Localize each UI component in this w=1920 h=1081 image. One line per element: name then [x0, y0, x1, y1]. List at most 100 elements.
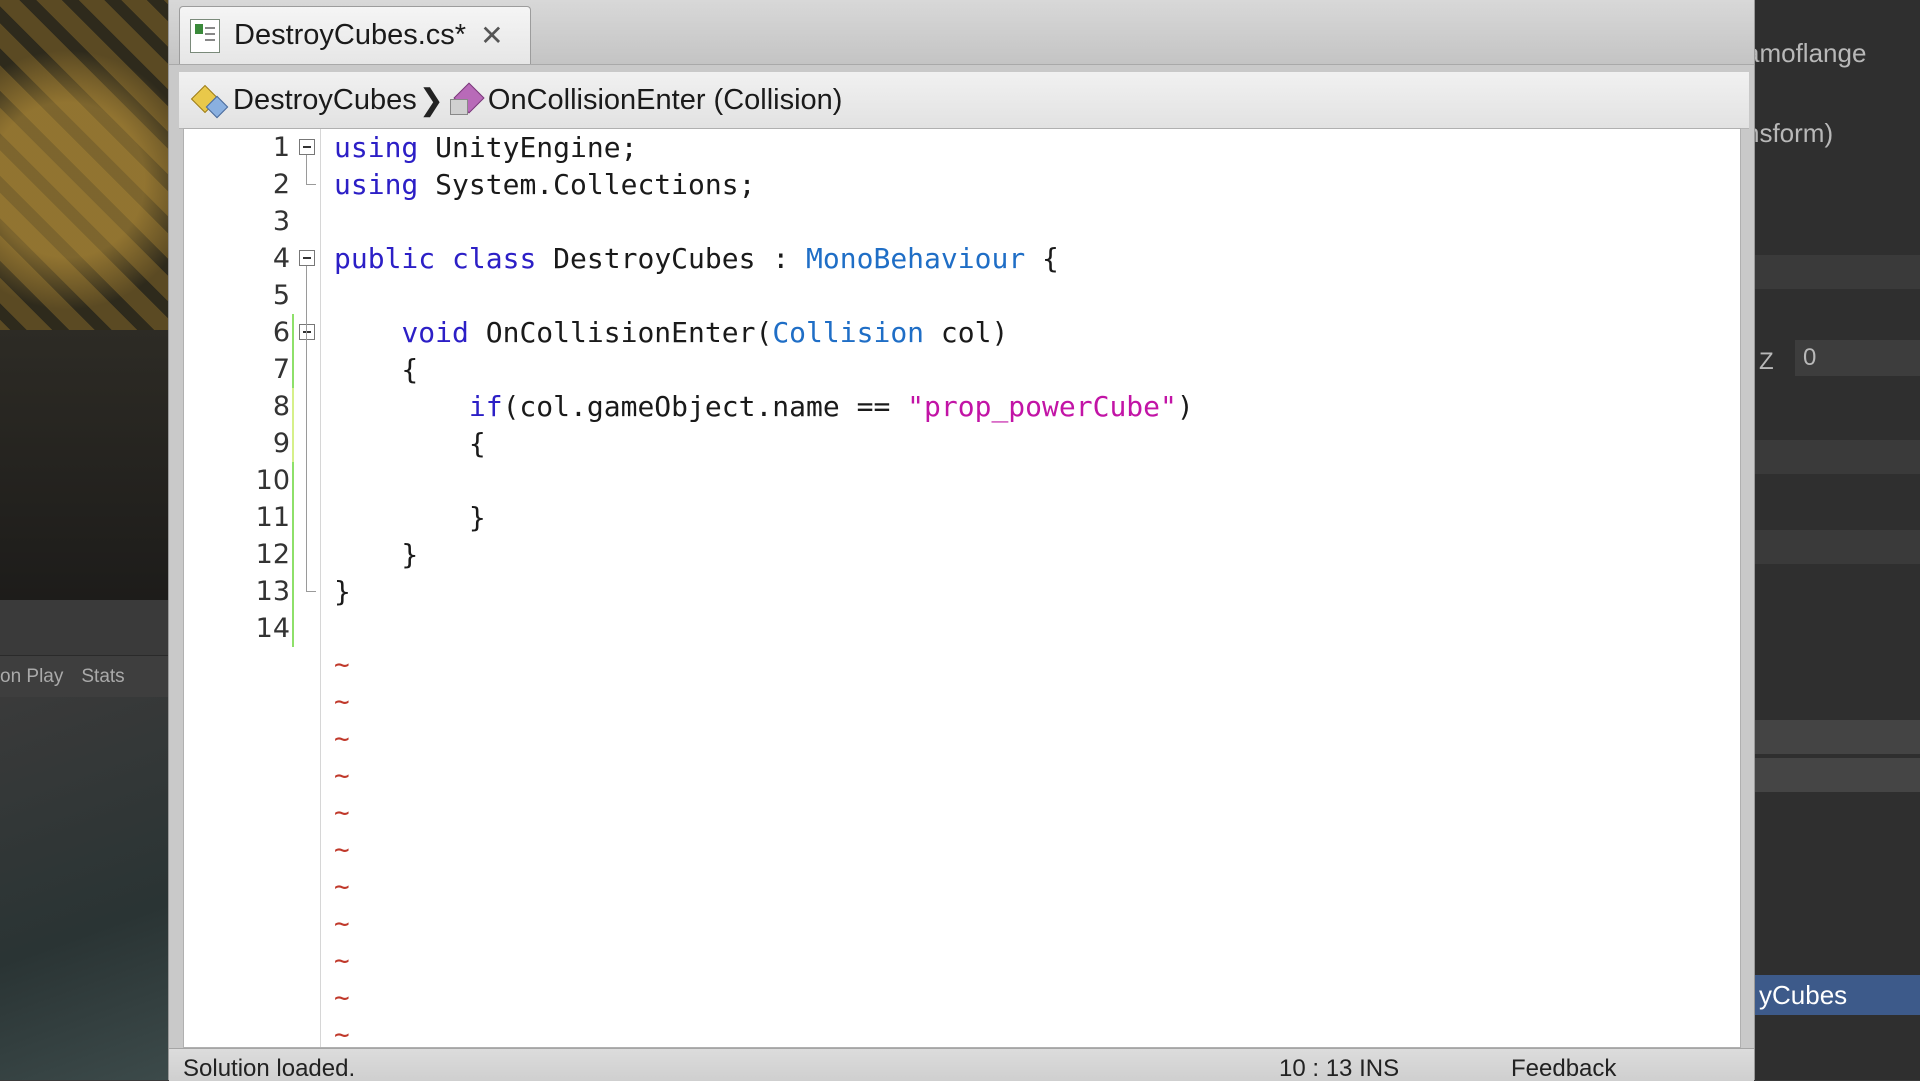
code-token: OnCollisionEnter( — [468, 316, 773, 349]
code-line[interactable]: void OnCollisionEnter(Collision col) — [334, 314, 1008, 351]
code-line[interactable]: using UnityEngine; — [334, 129, 637, 166]
code-token: { — [1025, 242, 1059, 275]
code-token: UnityEngine; — [418, 131, 638, 164]
code-token: } — [334, 501, 486, 534]
code-line[interactable]: } — [334, 573, 351, 610]
empty-line-marker: ~ — [334, 687, 350, 717]
line-number: 13 — [255, 576, 290, 607]
inspector-row — [1745, 255, 1920, 289]
line-number: 8 — [272, 391, 290, 422]
feedback-button[interactable]: Feedback — [1511, 1055, 1616, 1081]
breadcrumb-separator: ❯ — [418, 83, 444, 117]
code-token: void — [401, 316, 469, 349]
code-text-area[interactable]: 1 2 3 4 5 6 7 8 9 10 11 12 13 14 using UnityEngine; us… — [183, 128, 1741, 1050]
code-line[interactable]: if(col.gameObject.name == "prop_powerCub… — [334, 388, 1194, 425]
scene-view — [0, 0, 168, 600]
class-icon — [193, 83, 227, 117]
margin-column — [184, 129, 227, 1047]
line-number: 10 — [255, 465, 290, 496]
status-bar: Solution loaded. 10 : 13 INS Feedback — [169, 1048, 1754, 1081]
code-token: System.Collections; — [418, 168, 756, 201]
cursor-position: 10 : 13 INS — [1279, 1055, 1400, 1081]
empty-line-marker: ~ — [334, 872, 350, 902]
code-line[interactable]: using System.Collections; — [334, 166, 755, 203]
code-token: { — [334, 427, 486, 460]
line-number: 3 — [272, 206, 290, 237]
code-token: (col.gameObject.name == — [502, 390, 908, 423]
inspector-row — [1745, 440, 1920, 474]
code-token: "prop_powerCube" — [907, 390, 1177, 423]
scene-shadow — [0, 330, 168, 600]
empty-line-marker: ~ — [334, 761, 350, 791]
line-number: 11 — [255, 502, 290, 533]
line-number-gutter: 1 2 3 4 5 6 7 8 9 10 11 12 13 14 — [226, 129, 301, 1047]
maximize-on-play-tab[interactable]: on Play — [0, 666, 63, 688]
code-token: using — [334, 131, 419, 164]
line-number: 14 — [255, 613, 290, 644]
code-token: Collision — [772, 316, 925, 349]
breadcrumb-method[interactable]: OnCollisionEnter (Collision) — [488, 84, 843, 117]
fold-guide-end — [306, 184, 316, 185]
inspector-selected-item[interactable]: yCubes — [1745, 975, 1920, 1015]
line-number: 2 — [272, 169, 290, 200]
fold-guide — [306, 266, 307, 591]
line-number: 6 — [272, 317, 290, 348]
code-token: if — [468, 390, 503, 423]
code-editor-window: DestroyCubes.cs* ✕ DestroyCubes ❯ OnColl… — [168, 0, 1755, 1081]
code-line[interactable]: } — [334, 536, 418, 573]
inspector-z-field[interactable]: 0 — [1795, 340, 1920, 376]
close-tab-icon[interactable]: ✕ — [480, 19, 503, 52]
inspector-row — [1745, 530, 1920, 564]
code-token: ) — [1176, 390, 1194, 423]
tab-title: DestroyCubes.cs* — [234, 19, 467, 51]
breadcrumb-class[interactable]: DestroyCubes — [233, 84, 417, 117]
stats-tab[interactable]: Stats — [81, 666, 124, 688]
empty-line-marker: ~ — [334, 724, 350, 754]
code-token: } — [334, 575, 351, 608]
document-tabbar: DestroyCubes.cs* ✕ — [169, 0, 1754, 65]
line-number: 4 — [272, 243, 290, 274]
code-token: col) — [924, 316, 1009, 349]
empty-line-marker: ~ — [334, 946, 350, 976]
csharp-file-icon — [190, 18, 220, 53]
code-token: { — [334, 353, 419, 386]
code-line[interactable]: { — [334, 425, 486, 462]
empty-line-marker: ~ — [334, 798, 350, 828]
code-token: } — [334, 538, 419, 571]
inspector-row — [1745, 758, 1920, 792]
inspector-panel: amoflange nsform) Z 0 yCubes — [1745, 0, 1920, 1080]
inspector-transform-label: nsform) — [1745, 118, 1834, 148]
code-token: DestroyCubes : — [536, 242, 807, 275]
inspector-row — [1745, 720, 1920, 754]
document-tab[interactable]: DestroyCubes.cs* ✕ — [179, 6, 531, 64]
code-line[interactable]: public class DestroyCubes : MonoBehaviou… — [334, 240, 1059, 277]
method-icon — [448, 83, 482, 117]
code-line[interactable]: } — [334, 499, 486, 536]
line-number: 7 — [272, 354, 290, 385]
empty-line-marker: ~ — [334, 983, 350, 1013]
line-number: 1 — [272, 132, 290, 163]
code-line[interactable]: { — [334, 351, 418, 388]
status-message: Solution loaded. — [183, 1055, 356, 1081]
fold-margin — [294, 129, 321, 1047]
code-token: using — [334, 168, 419, 201]
code-token: public — [334, 242, 436, 275]
line-number: 12 — [255, 539, 290, 570]
empty-line-marker: ~ — [334, 650, 350, 680]
fold-guide-end — [306, 591, 316, 592]
fold-guide — [306, 155, 307, 184]
fold-toggle-icon[interactable] — [299, 250, 315, 266]
inspector-layer-label: amoflange — [1745, 38, 1867, 68]
fold-toggle-icon[interactable] — [299, 139, 315, 155]
breadcrumb: DestroyCubes ❯ OnCollisionEnter (Collisi… — [179, 72, 1749, 129]
fold-toggle-icon[interactable] — [299, 324, 315, 340]
code-lines[interactable]: using UnityEngine; using System.Collectio… — [334, 129, 1734, 1050]
scene-toolbar: on Play Stats — [0, 655, 168, 699]
empty-line-marker: ~ — [334, 909, 350, 939]
line-number: 9 — [272, 428, 290, 459]
line-number: 5 — [272, 280, 290, 311]
game-view — [0, 697, 168, 1080]
